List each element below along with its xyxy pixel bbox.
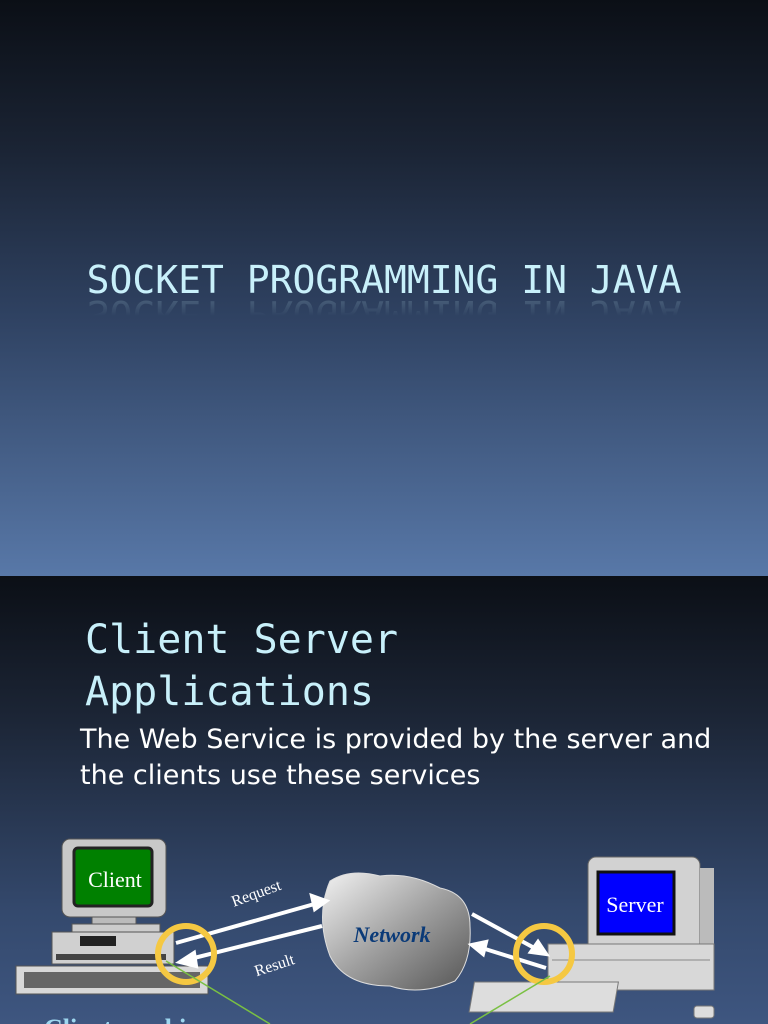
content-slide: Client Server Applications The Web Servi… — [0, 576, 768, 1024]
network-label: Network — [353, 922, 431, 947]
client-server-diagram: Client Server Network Request Result — [15, 838, 715, 1024]
server-label: Server — [606, 892, 664, 917]
client-label: Client — [88, 867, 142, 892]
request-label: Request — [229, 877, 284, 911]
server-computer-icon — [468, 856, 715, 1019]
client-computer-icon — [15, 838, 209, 995]
result-label: Result — [253, 951, 298, 980]
slide-title-reflection: SOCKET PROGRAMMING IN JAVA — [86, 292, 682, 336]
title-slide: SOCKET PROGRAMMING IN JAVA SOCKET PROGRA… — [0, 0, 768, 576]
client-machine-caption: Client machine — [44, 1014, 212, 1024]
